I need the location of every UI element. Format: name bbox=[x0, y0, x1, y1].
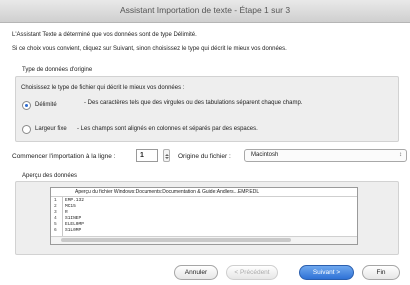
start-row-field[interactable]: 1 bbox=[136, 149, 158, 162]
start-row-stepper[interactable] bbox=[163, 149, 170, 162]
preview-header: Aperçu du fichier Windows:Documents:Docu… bbox=[51, 188, 357, 197]
radio-fixed-width[interactable] bbox=[22, 125, 31, 134]
delimited-description: - Des caractères tels que des virgules o… bbox=[84, 100, 303, 106]
previous-button[interactable]: < Précédent bbox=[226, 265, 278, 280]
preview-row-number: 6 bbox=[54, 228, 57, 233]
title-bar: Assistant Importation de texte - Étape 1… bbox=[0, 0, 410, 23]
scrollbar-thumb[interactable] bbox=[61, 238, 291, 242]
window-title: Assistant Importation de texte - Étape 1… bbox=[119, 5, 291, 15]
file-origin-label: Origine du fichier : bbox=[178, 153, 231, 160]
preview-row: 6 S1L0MP bbox=[51, 228, 357, 234]
fixed-width-description: - Les champs sont alignés en colonnes et… bbox=[77, 126, 258, 132]
data-type-group-title: Type de données d'origine bbox=[22, 67, 93, 73]
file-origin-select[interactable]: Macintosh ↕ bbox=[244, 149, 407, 162]
finish-button[interactable]: Fin bbox=[362, 265, 400, 280]
preview-pane[interactable]: Aperçu du fichier Windows:Documents:Docu… bbox=[50, 187, 358, 245]
radio-delimited[interactable] bbox=[22, 101, 31, 110]
file-origin-value: Macintosh bbox=[251, 152, 279, 158]
data-type-prompt: Choisissez le type de fichier qui décrit… bbox=[21, 85, 185, 91]
next-button[interactable]: Suivant > bbox=[299, 265, 354, 280]
radio-fixed-width-label[interactable]: Largeur fixe bbox=[35, 126, 67, 132]
preview-title: Aperçu des données bbox=[22, 173, 78, 179]
cancel-button[interactable]: Annuler bbox=[174, 265, 218, 280]
intro-text-1: L'Assistant Texte a déterminé que vos do… bbox=[12, 32, 197, 38]
intro-text-2: Si ce choix vous convient, cliquez sur S… bbox=[12, 46, 287, 52]
preview-horizontal-scrollbar[interactable] bbox=[51, 236, 357, 244]
radio-delimited-label[interactable]: Délimité bbox=[35, 102, 57, 108]
chevron-updown-icon: ↕ bbox=[399, 152, 402, 158]
start-row-label: Commencer l'importation à la ligne : bbox=[12, 153, 116, 160]
preview-row-text: S1L0MP bbox=[65, 228, 82, 233]
